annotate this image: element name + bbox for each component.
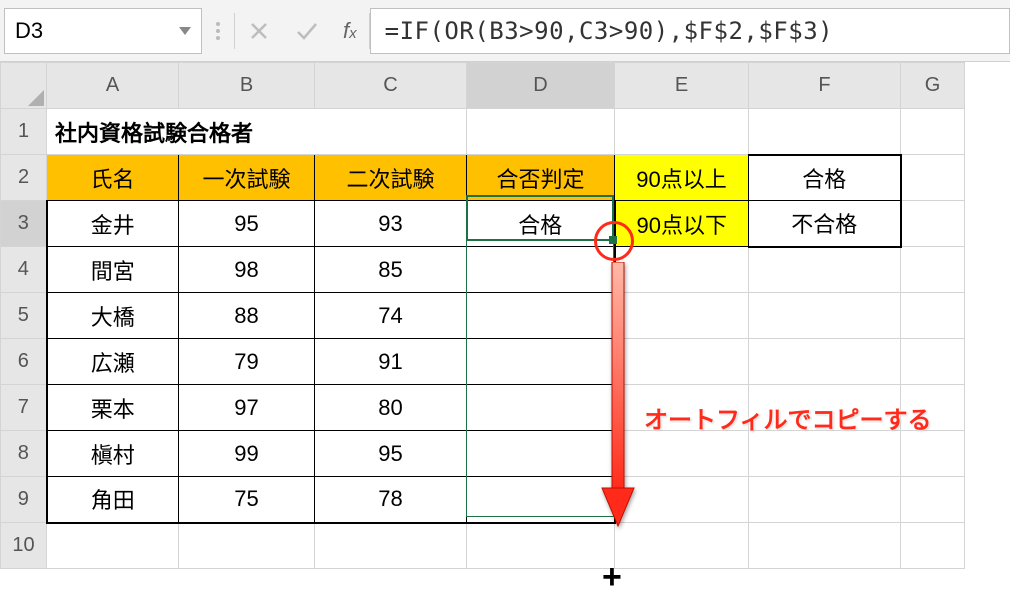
cell-F8[interactable] [749, 431, 901, 477]
name-box[interactable]: D3 [4, 8, 202, 54]
cell-C6[interactable]: 91 [315, 339, 467, 385]
cell-B2[interactable]: 一次試験 [179, 155, 315, 201]
cell-G2[interactable] [901, 155, 965, 201]
row-header-1[interactable]: 1 [1, 109, 47, 155]
row-header-2[interactable]: 2 [1, 155, 47, 201]
cell-C7[interactable]: 80 [315, 385, 467, 431]
cell-E4[interactable] [615, 247, 749, 293]
cell-E5[interactable] [615, 293, 749, 339]
cell-D6[interactable] [467, 339, 615, 385]
cell-B5[interactable]: 88 [179, 293, 315, 339]
cell-E8[interactable] [615, 431, 749, 477]
formula-input[interactable]: =IF(OR(B3>90,C3>90),$F$2,$F$3) [370, 8, 1010, 54]
cell-F4[interactable] [749, 247, 901, 293]
fx-icon[interactable]: fx [331, 18, 369, 44]
name-box-dropdown-icon[interactable] [179, 27, 191, 35]
cell-G3[interactable] [901, 201, 965, 247]
cell-E9[interactable] [615, 477, 749, 523]
column-header-row: A B C D E F G [1, 63, 965, 109]
cell-B3[interactable]: 95 [179, 201, 315, 247]
cell-B8[interactable]: 99 [179, 431, 315, 477]
cell-C4[interactable]: 85 [315, 247, 467, 293]
cell-C9[interactable]: 78 [315, 477, 467, 523]
cell-F6[interactable] [749, 339, 901, 385]
cell-A4[interactable]: 間宮 [47, 247, 179, 293]
cell-A3[interactable]: 金井 [47, 201, 179, 247]
cell-D9[interactable] [467, 477, 615, 523]
row-header-4[interactable]: 4 [1, 247, 47, 293]
col-header-A[interactable]: A [47, 63, 179, 109]
cell-A5[interactable]: 大橋 [47, 293, 179, 339]
cell-E2[interactable]: 90点以上 [615, 155, 749, 201]
cell-F3[interactable]: 不合格 [749, 201, 901, 247]
row-header-3[interactable]: 3 [1, 201, 47, 247]
cell-B7[interactable]: 97 [179, 385, 315, 431]
row-header-5[interactable]: 5 [1, 293, 47, 339]
enter-button[interactable] [283, 8, 331, 54]
cell-A10[interactable] [47, 523, 179, 569]
cell-F1[interactable] [749, 109, 901, 155]
cell-G5[interactable] [901, 293, 965, 339]
cell-D2[interactable]: 合否判定 [467, 155, 615, 201]
cell-F2[interactable]: 合格 [749, 155, 901, 201]
spreadsheet-grid[interactable]: A B C D E F G 1 社内資格試験合格者 2 氏名 一次試験 二次試験… [0, 62, 1010, 569]
cell-A7[interactable]: 栗本 [47, 385, 179, 431]
row-header-8[interactable]: 8 [1, 431, 47, 477]
col-header-G[interactable]: G [901, 63, 965, 109]
cell-C5[interactable]: 74 [315, 293, 467, 339]
cell-G4[interactable] [901, 247, 965, 293]
cell-D8[interactable] [467, 431, 615, 477]
cell-A1-title[interactable]: 社内資格試験合格者 [47, 109, 467, 155]
row-header-9[interactable]: 9 [1, 477, 47, 523]
select-all-corner[interactable] [1, 63, 47, 109]
cancel-button[interactable] [235, 8, 283, 54]
cell-F10[interactable] [749, 523, 901, 569]
cell-B4[interactable]: 98 [179, 247, 315, 293]
cell-D10[interactable] [467, 523, 615, 569]
cell-G9[interactable] [901, 477, 965, 523]
col-header-D[interactable]: D [467, 63, 615, 109]
cell-B6[interactable]: 79 [179, 339, 315, 385]
cell-E3[interactable]: 90点以下 [615, 201, 749, 247]
cell-G10[interactable] [901, 523, 965, 569]
cell-F5[interactable] [749, 293, 901, 339]
cell-D7[interactable] [467, 385, 615, 431]
cell-A6[interactable]: 広瀬 [47, 339, 179, 385]
cell-D1[interactable] [467, 109, 615, 155]
col-header-C[interactable]: C [315, 63, 467, 109]
row-header-7[interactable]: 7 [1, 385, 47, 431]
row-header-10[interactable]: 10 [1, 523, 47, 569]
cell-E7[interactable] [615, 385, 749, 431]
cell-E10[interactable] [615, 523, 749, 569]
col-header-F[interactable]: F [749, 63, 901, 109]
cell-B9[interactable]: 75 [179, 477, 315, 523]
col-header-B[interactable]: B [179, 63, 315, 109]
cell-B10[interactable] [179, 523, 315, 569]
formula-bar: D3 fx =IF(OR(B3>90,C3>90),$F$2,$F$3) [0, 0, 1010, 62]
cell-E6[interactable] [615, 339, 749, 385]
cell-G1[interactable] [901, 109, 965, 155]
cell-D5[interactable] [467, 293, 615, 339]
cell-A8[interactable]: 槇村 [47, 431, 179, 477]
cell-G8[interactable] [901, 431, 965, 477]
cell-G7[interactable] [901, 385, 965, 431]
cell-C10[interactable] [315, 523, 467, 569]
col-header-E[interactable]: E [615, 63, 749, 109]
cell-F9[interactable] [749, 477, 901, 523]
cell-D4[interactable] [467, 247, 615, 293]
row-header-6[interactable]: 6 [1, 339, 47, 385]
cell-A2[interactable]: 氏名 [47, 155, 179, 201]
formula-bar-drag-icon [202, 22, 234, 40]
cell-C8[interactable]: 95 [315, 431, 467, 477]
name-box-value: D3 [15, 18, 43, 44]
cell-C3[interactable]: 93 [315, 201, 467, 247]
cell-D3[interactable]: 合格 [467, 201, 615, 247]
cell-C2[interactable]: 二次試験 [315, 155, 467, 201]
cell-F7[interactable] [749, 385, 901, 431]
cell-E1[interactable] [615, 109, 749, 155]
cell-G6[interactable] [901, 339, 965, 385]
cell-A9[interactable]: 角田 [47, 477, 179, 523]
